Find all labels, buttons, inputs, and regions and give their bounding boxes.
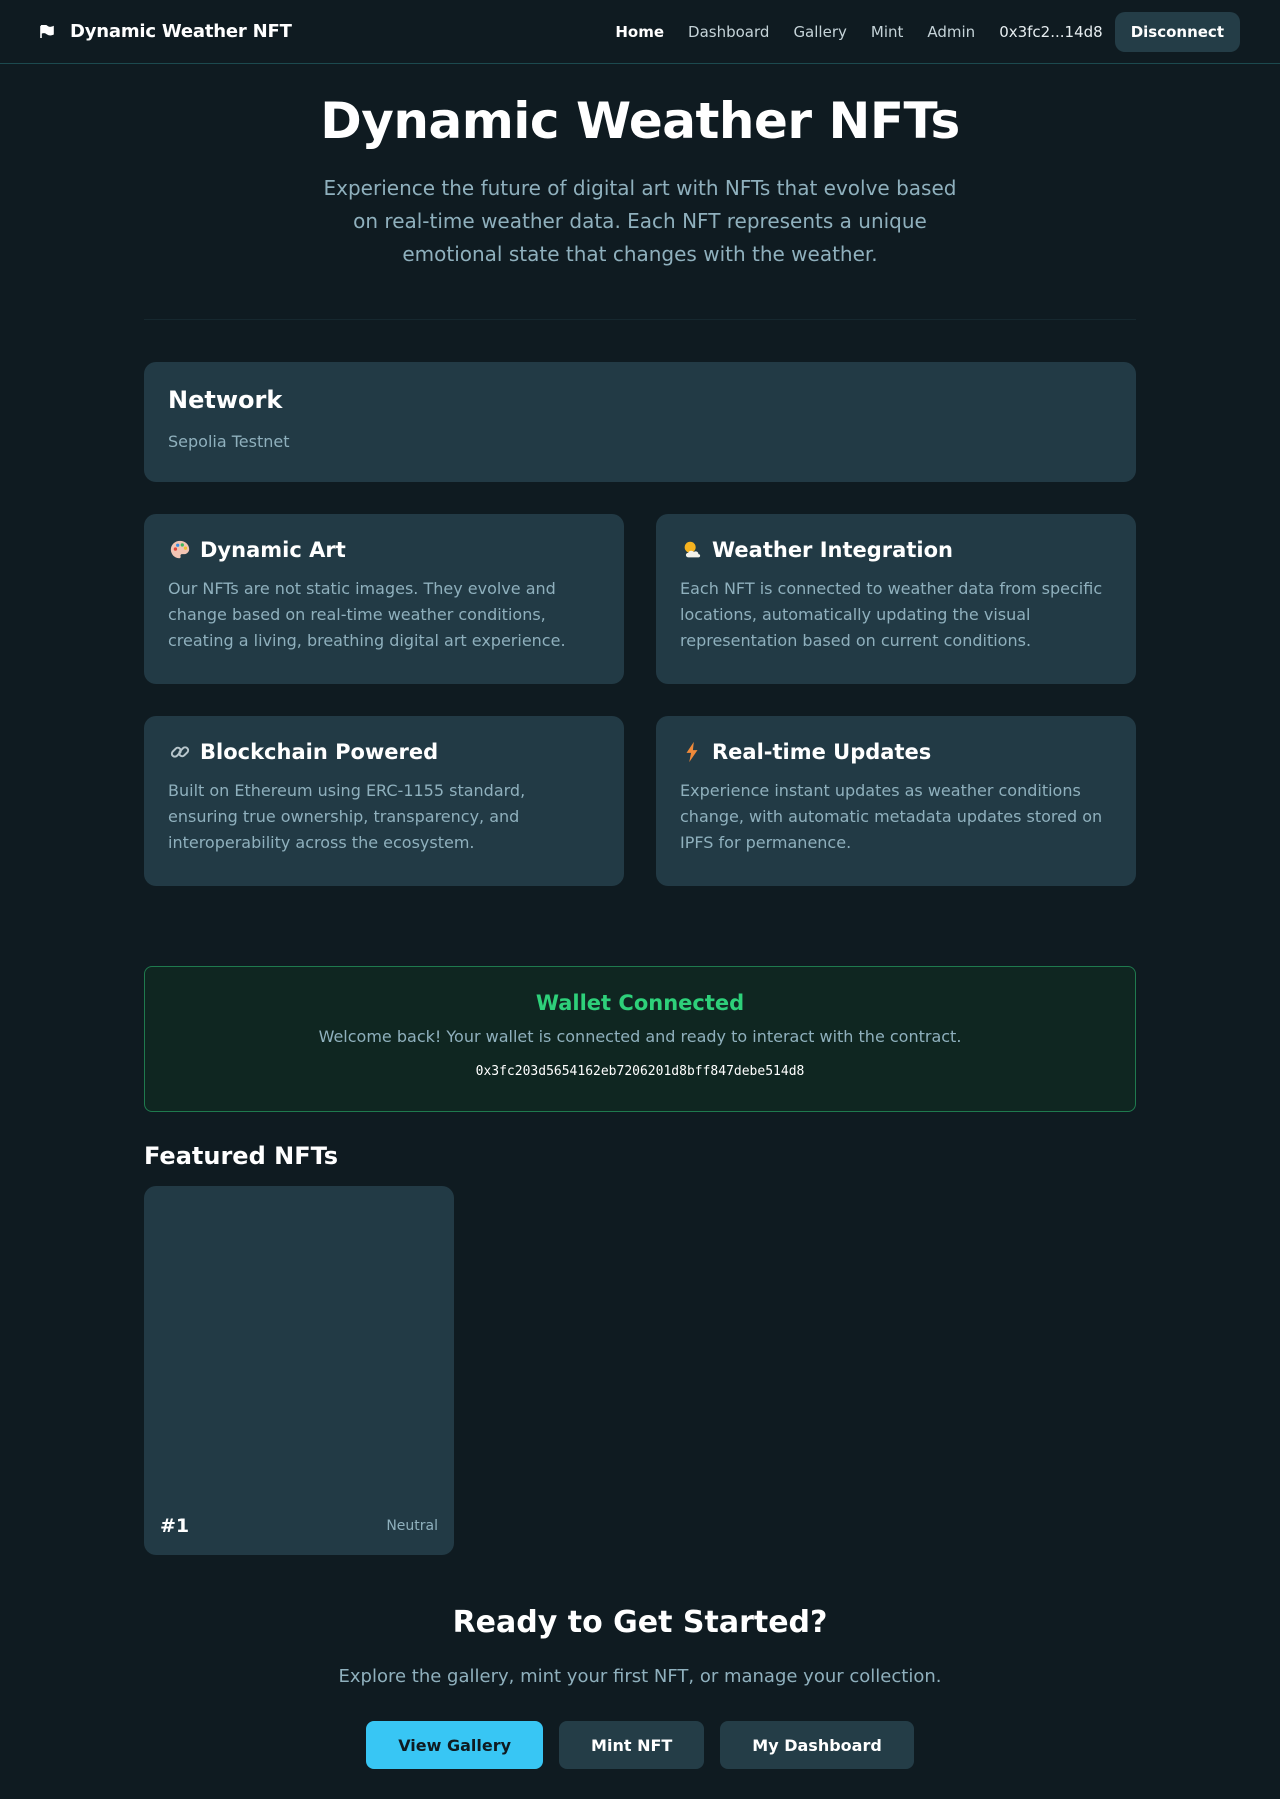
network-value: Sepolia Testnet <box>168 432 290 451</box>
flag-icon <box>40 24 54 39</box>
features-grid: Dynamic Art Our NFTs are not static imag… <box>144 514 1136 886</box>
nav-link-admin[interactable]: Admin <box>927 23 975 41</box>
feature-description: Built on Ethereum using ERC-1155 standar… <box>168 781 526 852</box>
wallet-status-message: Welcome back! Your wallet is connected a… <box>318 1027 962 1046</box>
feature-card-realtime-updates: Real-time Updates Experience instant upd… <box>656 716 1136 886</box>
wallet-status-title: Wallet Connected <box>535 991 745 1015</box>
cta-buttons: View Gallery Mint NFT My Dashboard <box>144 1721 1136 1769</box>
feature-card-dynamic-art: Dynamic Art Our NFTs are not static imag… <box>144 514 624 684</box>
network-title: Network <box>168 386 283 414</box>
nav-link-home[interactable]: Home <box>615 23 664 41</box>
feature-title: Dynamic Art <box>200 538 346 562</box>
palette-icon <box>168 538 192 562</box>
cta-heading: Ready to Get Started? <box>452 1605 828 1640</box>
nav-link-mint[interactable]: Mint <box>871 23 904 41</box>
feature-description: Each NFT is connected to weather data fr… <box>680 579 1103 650</box>
mint-nft-button[interactable]: Mint NFT <box>559 1721 705 1769</box>
disconnect-button[interactable]: Disconnect <box>1114 11 1240 52</box>
nav-links: Home Dashboard Gallery Mint Admin 0x3fc2… <box>615 11 1240 52</box>
main-content: Dynamic Weather NFTs Experience the futu… <box>144 64 1136 1769</box>
sun-cloud-icon <box>680 538 704 562</box>
feature-title: Real-time Updates <box>712 740 932 764</box>
feature-card-weather-integration: Weather Integration Each NFT is connecte… <box>656 514 1136 684</box>
feature-description: Experience instant updates as weather co… <box>680 781 1103 852</box>
nav-link-dashboard[interactable]: Dashboard <box>688 23 769 41</box>
cta-text: Explore the gallery, mint your first NFT… <box>338 1666 942 1687</box>
lightning-icon <box>680 740 704 764</box>
wallet-address-full: 0x3fc203d5654162eb7206201d8bff847debe514… <box>475 1064 805 1079</box>
feature-title: Blockchain Powered <box>200 740 439 764</box>
view-gallery-button[interactable]: View Gallery <box>366 1721 544 1769</box>
cta-section: Ready to Get Started? Explore the galler… <box>144 1605 1136 1769</box>
hero: Dynamic Weather NFTs Experience the futu… <box>144 64 1136 320</box>
page-title: Dynamic Weather NFTs <box>320 92 960 150</box>
wallet-status-banner: Wallet Connected Welcome back! Your wall… <box>144 966 1136 1112</box>
feature-description: Our NFTs are not static images. They evo… <box>168 579 566 650</box>
my-dashboard-button[interactable]: My Dashboard <box>720 1721 914 1769</box>
featured-heading: Featured NFTs <box>144 1142 339 1170</box>
top-navbar: Dynamic Weather NFT Home Dashboard Galle… <box>0 0 1280 64</box>
wallet-address-short: 0x3fc2...14d8 <box>999 22 1103 41</box>
nav-link-gallery[interactable]: Gallery <box>793 23 846 41</box>
network-card: Network Sepolia Testnet <box>144 362 1136 482</box>
link-icon <box>168 740 192 764</box>
brand[interactable]: Dynamic Weather NFT <box>40 21 292 42</box>
feature-card-blockchain-powered: Blockchain Powered Built on Ethereum usi… <box>144 716 624 886</box>
nft-id: #1 <box>160 1515 190 1537</box>
feature-title: Weather Integration <box>712 538 953 562</box>
nft-mood: Neutral <box>386 1518 438 1534</box>
hero-subtitle: Experience the future of digital art wit… <box>323 176 957 266</box>
brand-title: Dynamic Weather NFT <box>70 21 292 42</box>
nft-card[interactable]: #1 Neutral <box>144 1186 454 1555</box>
